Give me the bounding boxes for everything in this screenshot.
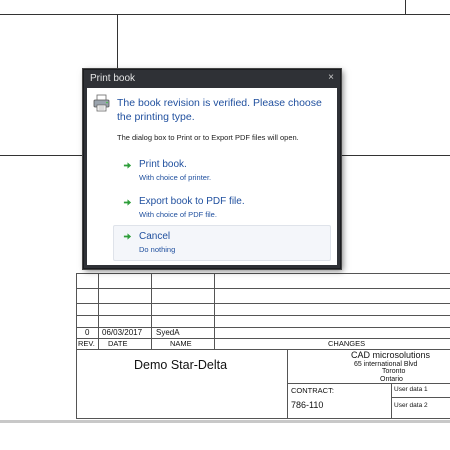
frame-line-top [0, 14, 450, 15]
dialog-subtext: The dialog box to Print or to Export PDF… [117, 133, 299, 142]
tb-hline [76, 315, 450, 316]
frame-line-mid-left [0, 155, 84, 156]
user-data-1: User data 1 [394, 386, 428, 393]
company-city: Toronto [382, 368, 406, 375]
contract-value: 786-110 [291, 400, 324, 410]
printer-icon [93, 94, 110, 112]
print-book-option[interactable]: Print book. With choice of printer. [117, 158, 331, 192]
dialog-heading: The book revision is verified. Please ch… [117, 97, 322, 123]
frame-line-mid-right [340, 155, 450, 156]
tb-vline [98, 273, 99, 349]
rev-header: REV. [78, 339, 95, 348]
close-icon[interactable]: × [328, 72, 334, 83]
green-arrow-icon [123, 162, 132, 169]
dialog-body: The book revision is verified. Please ch… [87, 88, 337, 265]
tb-hline [76, 338, 450, 339]
company-province: Ontario [380, 376, 403, 383]
print-book-dialog: Print book × The book revision is verifi… [83, 69, 341, 269]
green-arrow-icon [123, 233, 132, 240]
rev-value: 0 [85, 328, 90, 337]
green-arrow-icon [123, 199, 132, 206]
option-label: Cancel [139, 231, 171, 242]
frame-line-vertical [117, 14, 118, 70]
user-data-2: User data 2 [394, 402, 428, 409]
company-name: CAD microsolutions [351, 350, 431, 360]
tb-vline [151, 273, 152, 349]
changes-header: CHANGES [328, 339, 366, 348]
contract-label: CONTRACT: [291, 386, 334, 395]
company-address: 65 international Blvd [354, 361, 418, 368]
frame-line-vertical-right [405, 0, 406, 14]
tb-vline [391, 383, 392, 419]
tb-vline [287, 349, 288, 419]
option-desc: Do nothing [139, 245, 176, 254]
name-header: NAME [170, 339, 192, 348]
dialog-title: Print book [90, 73, 136, 84]
dialog-titlebar[interactable]: Print book × [84, 70, 340, 88]
option-label: Print book. [139, 159, 187, 170]
date-value: 06/03/2017 [102, 328, 143, 337]
tb-hline-userdata [391, 397, 450, 398]
tb-hline [76, 418, 450, 419]
cancel-option[interactable]: Cancel Do nothing [113, 225, 331, 261]
tb-vline [76, 273, 77, 419]
drawing-title: Demo Star-Delta [134, 358, 228, 372]
tb-hline [76, 273, 450, 274]
tb-hline [76, 288, 450, 289]
date-header: DATE [108, 339, 128, 348]
name-value: SyedA [156, 328, 180, 337]
export-pdf-option[interactable]: Export book to PDF file. With choice of … [117, 195, 331, 229]
bottom-scrollbar [0, 420, 450, 423]
option-desc: With choice of printer. [139, 173, 212, 182]
tb-vline [214, 273, 215, 349]
tb-hline [76, 303, 450, 304]
option-desc: With choice of PDF file. [139, 210, 217, 219]
option-label: Export book to PDF file. [139, 196, 245, 207]
tb-hline-contract [287, 383, 450, 384]
